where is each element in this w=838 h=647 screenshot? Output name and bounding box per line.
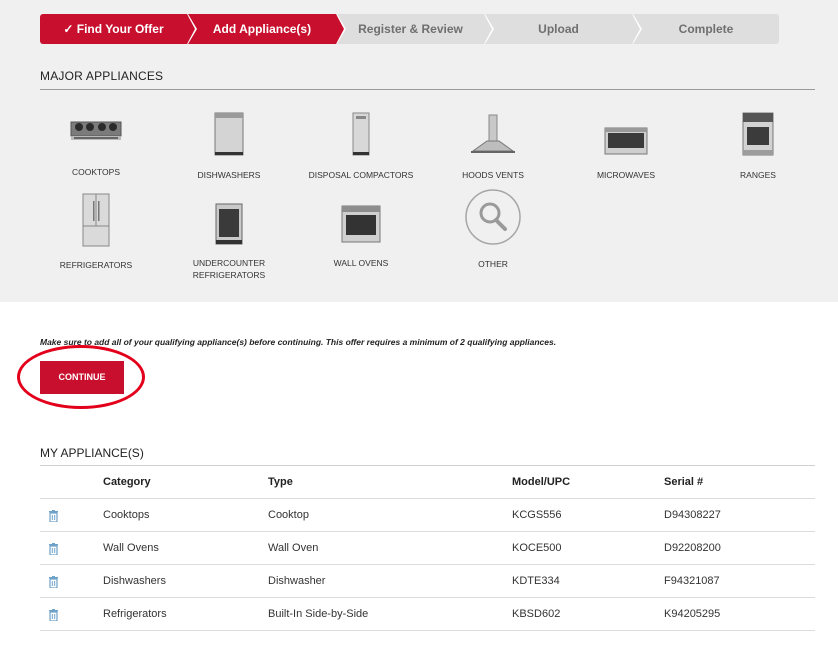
appliance-label: UNDERCOUNTER REFRIGERATORS	[192, 258, 266, 280]
trash-icon	[49, 543, 58, 555]
column-header-type: Type	[268, 476, 293, 488]
appliance-label: REFRIGERATORS	[59, 260, 133, 270]
magnifier-icon	[465, 189, 521, 245]
cell-serial: F94321087	[664, 575, 720, 587]
cell-model: KDTE334	[512, 575, 560, 587]
table-row: Cooktops Cooktop KCGS556 D94308227	[40, 499, 815, 532]
dishwasher-icon	[214, 112, 244, 156]
appliance-label: RANGES	[740, 170, 776, 180]
delete-row-button[interactable]	[48, 532, 59, 568]
table-row: Refrigerators Built-In Side-by-Side KBSD…	[40, 598, 815, 631]
appliance-label: WALL OVENS	[333, 258, 389, 268]
cell-model: KBSD602	[512, 608, 561, 620]
column-header-model: Model/UPC	[512, 476, 571, 488]
table-row: Wall Ovens Wall Oven KOCE500 D92208200	[40, 532, 815, 565]
trash-icon	[49, 510, 58, 522]
progress-stepper: ✓ Find Your Offer Add Appliance(s) Regis…	[40, 14, 779, 44]
step-complete[interactable]: Complete	[633, 14, 779, 44]
delete-row-button[interactable]	[48, 598, 59, 634]
column-header-category: Category	[103, 476, 151, 488]
appliance-picker-panel: ✓ Find Your Offer Add Appliance(s) Regis…	[0, 0, 838, 302]
cell-category: Wall Ovens	[103, 542, 159, 554]
my-appliances-table: Category Type Model/UPC Serial # Cooktop…	[40, 466, 815, 631]
delete-row-button[interactable]	[48, 499, 59, 535]
appliance-disposal-compactors[interactable]: DISPOSAL COMPACTORS	[296, 112, 426, 181]
column-header-serial: Serial #	[664, 476, 704, 488]
appliance-label: DISPOSAL COMPACTORS	[308, 170, 414, 180]
appliance-other[interactable]: OTHER	[428, 188, 558, 270]
step-register-review[interactable]: Register & Review	[337, 14, 494, 44]
undercounter-icon	[215, 203, 243, 245]
cell-serial: K94205295	[664, 608, 721, 620]
cell-type: Cooktop	[268, 509, 309, 521]
compactor-icon	[352, 112, 370, 156]
delete-row-button[interactable]	[48, 565, 59, 601]
trash-icon	[49, 609, 58, 621]
cell-category: Dishwashers	[103, 575, 166, 587]
appliance-dishwashers[interactable]: DISHWASHERS	[164, 112, 294, 181]
appliance-hoods-vents[interactable]: HOODS VENTS	[428, 112, 558, 181]
cell-category: Refrigerators	[103, 608, 167, 620]
step-find-your-offer[interactable]: ✓ Find Your Offer	[40, 14, 197, 44]
range-icon	[742, 112, 774, 156]
hood-icon	[471, 114, 515, 153]
section-divider	[40, 89, 815, 90]
step-upload[interactable]: Upload	[485, 14, 642, 44]
appliance-label: MICROWAVES	[596, 170, 656, 180]
appliance-undercounter-refrigerators[interactable]: UNDERCOUNTER REFRIGERATORS	[164, 203, 294, 281]
cell-category: Cooktops	[103, 509, 150, 521]
appliance-label: COOKTOPS	[71, 167, 121, 177]
trash-icon	[49, 576, 58, 588]
my-appliances-title: MY APPLIANCE(S)	[40, 446, 144, 460]
cell-model: KOCE500	[512, 542, 562, 554]
appliance-cooktops[interactable]: COOKTOPS	[31, 112, 161, 178]
minimum-appliances-notice: Make sure to add all of your qualifying …	[40, 337, 557, 347]
cell-serial: D94308227	[664, 509, 721, 521]
wall-oven-icon	[341, 205, 381, 243]
refrigerator-icon	[82, 193, 110, 247]
cell-type: Wall Oven	[268, 542, 319, 554]
cell-serial: D92208200	[664, 542, 721, 554]
highlight-annotation-circle	[17, 345, 145, 409]
major-appliances-title: MAJOR APPLIANCES	[40, 69, 164, 83]
cell-type: Dishwasher	[268, 575, 326, 587]
appliance-microwaves[interactable]: MICROWAVES	[561, 112, 691, 181]
table-header-row: Category Type Model/UPC Serial #	[40, 466, 815, 499]
table-row: Dishwashers Dishwasher KDTE334 F94321087	[40, 565, 815, 598]
cell-model: KCGS556	[512, 509, 562, 521]
cell-type: Built-In Side-by-Side	[268, 608, 369, 620]
appliance-wall-ovens[interactable]: WALL OVENS	[296, 203, 426, 269]
appliance-ranges[interactable]: RANGES	[693, 112, 823, 181]
microwave-icon	[604, 127, 648, 155]
appliance-label: OTHER	[478, 259, 508, 269]
step-add-appliances[interactable]: Add Appliance(s)	[188, 14, 346, 44]
appliance-label: HOODS VENTS	[462, 170, 524, 180]
appliance-label: DISHWASHERS	[197, 170, 261, 180]
appliance-refrigerators[interactable]: REFRIGERATORS	[31, 193, 161, 271]
cooktop-icon	[70, 121, 122, 140]
